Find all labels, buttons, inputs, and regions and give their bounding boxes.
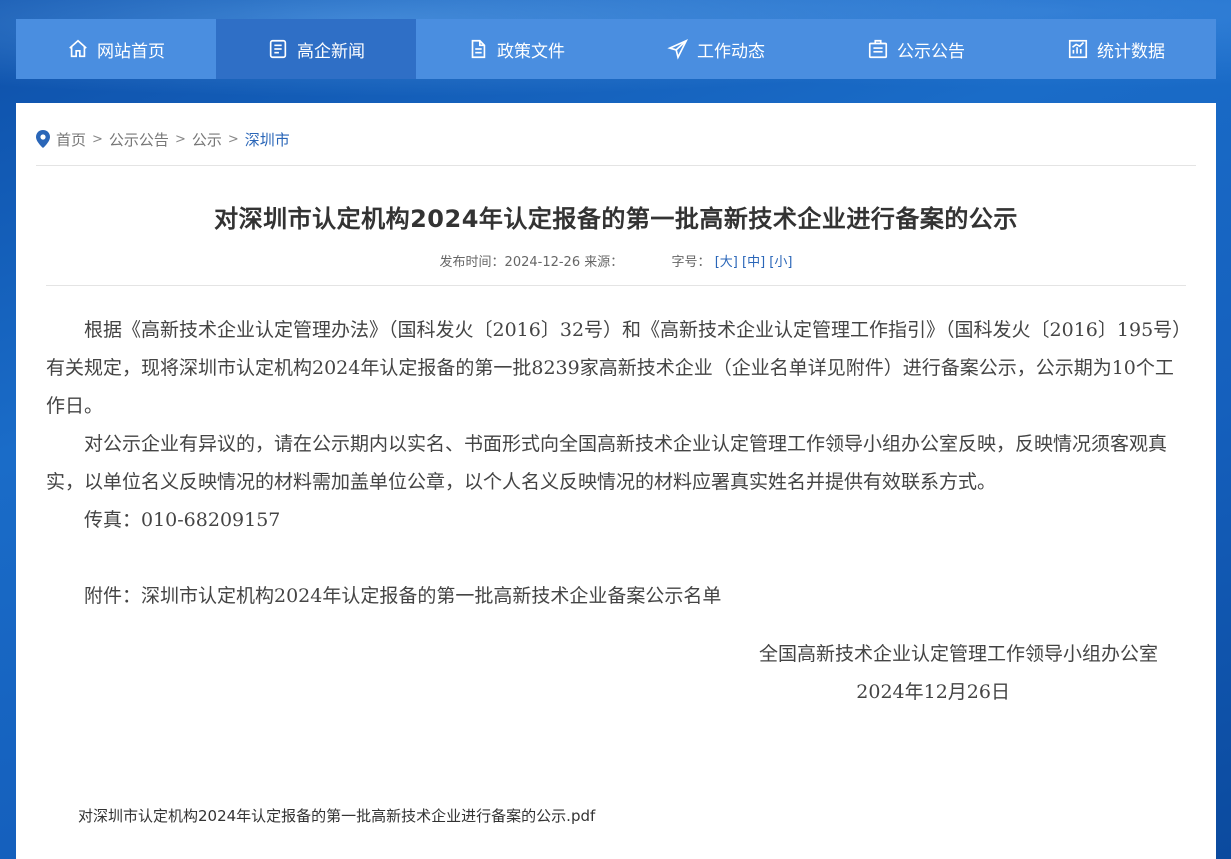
nav-home[interactable]: 网站首页 — [16, 19, 216, 79]
home-icon — [67, 38, 89, 60]
news-icon — [267, 38, 289, 60]
nav-policy[interactable]: 政策文件 — [416, 19, 616, 79]
nav-stats-label: 统计数据 — [1097, 41, 1165, 62]
fax-line: 传真：010-68209157 — [84, 509, 281, 531]
publish-label: 发布时间： — [439, 255, 505, 270]
nav-policy-label: 政策文件 — [497, 41, 565, 62]
breadcrumb-separator: > — [174, 131, 186, 147]
font-large-button[interactable]: [大] — [715, 255, 738, 270]
font-size-label: 字号： — [671, 255, 711, 270]
nav-stats[interactable]: 统计数据 — [1016, 19, 1216, 79]
content-panel: 首页 > 公示公告 > 公示 > 深圳市 对深圳市认定机构2024年认定报备的第… — [16, 103, 1216, 859]
nav-notice[interactable]: 公示公告 — [816, 19, 1016, 79]
breadcrumb: 首页 > 公示公告 > 公示 > 深圳市 — [36, 127, 290, 151]
breadcrumb-separator: > — [92, 131, 103, 147]
attachment-link[interactable]: 对深圳市认定机构2024年认定报备的第一批高新技术企业进行备案的公示.pdf — [78, 805, 595, 826]
nav-news-label: 高企新闻 — [297, 41, 365, 62]
font-small-button[interactable]: [小] — [769, 255, 792, 270]
divider — [36, 165, 1196, 166]
paper-plane-icon — [667, 38, 689, 60]
breadcrumb-home[interactable]: 首页 — [56, 129, 86, 150]
paragraph-regulation: 根据《高新技术企业认定管理办法》（国科发火〔2016〕32号）和《高新技术企业认… — [46, 319, 1182, 417]
location-pin-icon — [36, 130, 50, 148]
article-meta: 发布时间：2024-12-26 来源： 字号： [大] [中] [小] — [16, 251, 1216, 270]
document-icon — [467, 38, 489, 60]
nav-work[interactable]: 工作动态 — [616, 19, 816, 79]
attachment-note: 附件：深圳市认定机构2024年认定报备的第一批高新技术企业备案公示名单 — [84, 585, 722, 607]
nav-work-label: 工作动态 — [697, 41, 765, 62]
source-label: 来源： — [584, 255, 624, 270]
chart-icon — [1067, 38, 1089, 60]
nav-home-label: 网站首页 — [97, 41, 165, 62]
signature-date: 2024年12月26日 — [856, 681, 1010, 703]
nav-news[interactable]: 高企新闻 — [216, 19, 416, 79]
nav-notice-label: 公示公告 — [897, 41, 965, 62]
paragraph-objection: 对公示企业有异议的，请在公示期内以实名、书面形式向全国高新技术企业认定管理工作领… — [46, 433, 1168, 493]
breadcrumb-public[interactable]: 公示 — [192, 129, 222, 150]
font-medium-button[interactable]: [中] — [742, 255, 765, 270]
main-navigation: 网站首页 高企新闻 政策文件 工作动态 公示公告 统计数据 — [16, 19, 1216, 79]
divider — [46, 285, 1186, 286]
breadcrumb-notices[interactable]: 公示公告 — [109, 129, 169, 150]
signature-org: 全国高新技术企业认定管理工作领导小组办公室 — [758, 643, 1158, 665]
article-title: 对深圳市认定机构2024年认定报备的第一批高新技术企业进行备案的公示 — [214, 205, 1018, 233]
breadcrumb-separator: > — [227, 131, 239, 147]
breadcrumb-current[interactable]: 深圳市 — [245, 129, 290, 150]
article-body: 根据《高新技术企业认定管理办法》（国科发火〔2016〕32号）和《高新技术企业认… — [46, 311, 1186, 711]
publish-date: 2024-12-26 — [504, 255, 581, 270]
notice-icon — [867, 38, 889, 60]
